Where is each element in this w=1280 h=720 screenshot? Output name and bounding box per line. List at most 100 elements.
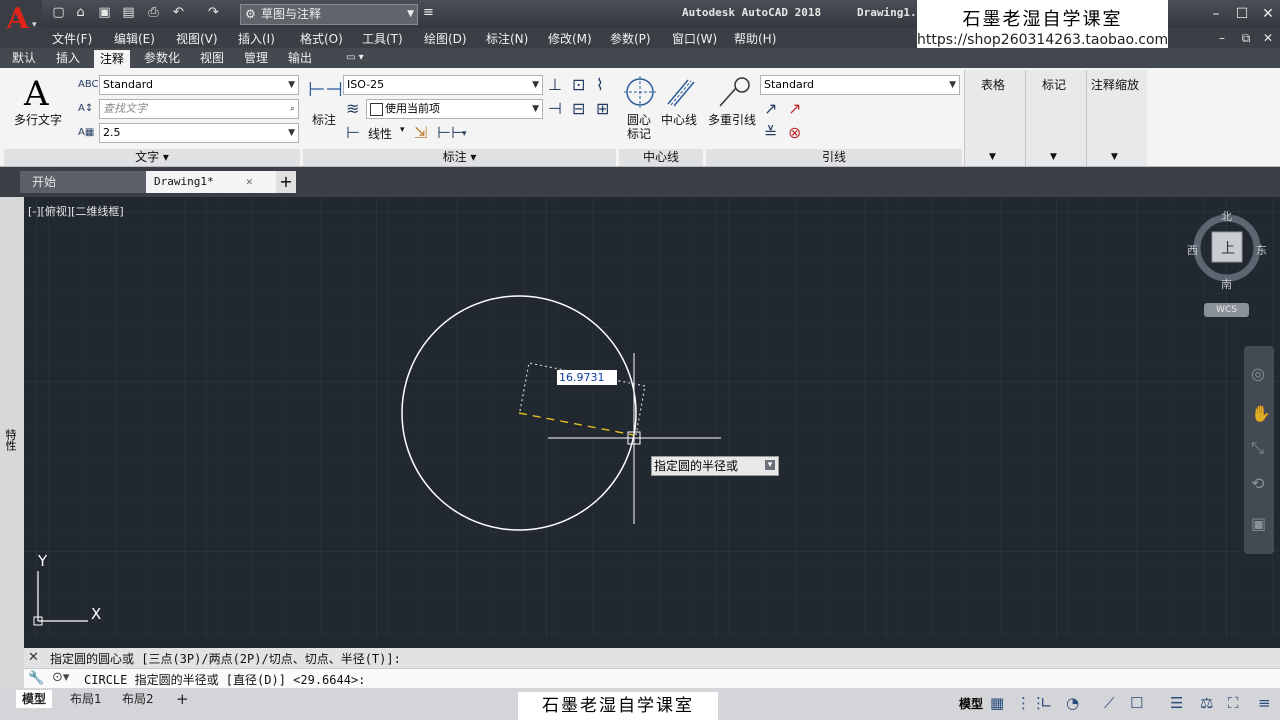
polar-icon[interactable]: ◔	[1066, 694, 1079, 712]
dim-style-select[interactable]: ISO-25 ▼	[343, 75, 543, 95]
new-file-icon[interactable]: ▢	[50, 5, 67, 21]
model-space-toggle[interactable]: 模型	[959, 695, 983, 712]
doc-minimize-icon[interactable]: –	[1212, 29, 1232, 47]
wcs-menu[interactable]: WCS	[1204, 303, 1249, 317]
menu-format[interactable]: 格式(O)	[300, 30, 343, 47]
viewport-controls[interactable]: [-][俯视][二维线框]	[28, 203, 124, 219]
align-leader-icon[interactable]: ≚	[764, 124, 777, 142]
dim-space-icon[interactable]: ⊟	[572, 100, 585, 118]
layout-tab-model[interactable]: 模型	[16, 690, 53, 708]
dim-override-icon[interactable]: ⊞	[596, 100, 609, 118]
showmotion-icon[interactable]: ▣	[1251, 514, 1266, 533]
menu-draw[interactable]: 绘图(D)	[424, 30, 467, 47]
menu-tools[interactable]: 工具(T)	[362, 30, 403, 47]
print-icon[interactable]: ⎙	[145, 5, 162, 21]
ribbon-options-icon[interactable]: ▭ ▾	[340, 49, 370, 67]
lineweight-icon[interactable]: ☰	[1170, 694, 1183, 712]
tab-annotate[interactable]: 注释	[94, 50, 131, 68]
layout-tab-1[interactable]: 布局1	[64, 690, 108, 708]
multiline-text-button[interactable]: A 多行文字	[10, 74, 68, 134]
doc-close-icon[interactable]: ✕	[1258, 29, 1278, 47]
clean-screen-icon[interactable]: ⛶	[1228, 694, 1239, 712]
tab-start[interactable]: 开始	[20, 171, 156, 193]
panel-table[interactable]: 表格 ▼	[964, 70, 1025, 166]
osnap-icon[interactable]: ☐	[1130, 694, 1143, 712]
add-leader-icon[interactable]: ↗	[764, 100, 777, 118]
tab-default[interactable]: 默认	[6, 49, 42, 67]
compass-west[interactable]: 西	[1187, 242, 1198, 258]
grid-icon[interactable]: ▦	[990, 694, 1004, 712]
compass-east[interactable]: 东	[1256, 242, 1267, 258]
add-layout-icon[interactable]: +	[170, 690, 195, 708]
menu-edit[interactable]: 编辑(E)	[114, 30, 155, 47]
command-line[interactable]: 🔧 ⊙▾ CIRCLE 指定圆的半径或 [直径(D)] <29.6644>:	[24, 668, 1280, 689]
dim-inspect-icon[interactable]: ⊡	[572, 76, 585, 94]
new-tab-icon[interactable]: +	[276, 171, 296, 193]
options-down-icon[interactable]: ▾	[765, 460, 775, 470]
tab-output[interactable]: 输出	[282, 49, 318, 67]
isodraft-icon[interactable]: ⟋	[1104, 694, 1115, 712]
properties-palette-bar[interactable]: 特性	[0, 197, 24, 688]
remove-leader-icon[interactable]: ↗	[788, 100, 801, 118]
quick-dim-icon[interactable]: ⇲	[414, 124, 427, 142]
panel-title-leader[interactable]: 引线	[706, 149, 962, 166]
recent-commands-icon[interactable]: ⊙▾	[52, 670, 69, 685]
doc-restore-icon[interactable]: ⧉	[1236, 29, 1256, 47]
open-file-icon[interactable]: ⌂	[72, 5, 89, 21]
menu-help[interactable]: 帮助(H)	[734, 30, 776, 47]
chevron-down-icon[interactable]: ▾	[462, 125, 467, 143]
workspace-dropdown[interactable]: ⚙ 草图与注释 ▼	[240, 4, 418, 25]
dim-layer-select[interactable]: 使用当前项 ▼	[366, 99, 543, 119]
continue-dim-icon[interactable]: ⊢⊢	[437, 124, 465, 142]
save-icon[interactable]: ▣	[96, 5, 113, 21]
close-icon[interactable]: ✕	[246, 171, 253, 193]
collect-leader-icon[interactable]: ⊗	[788, 124, 801, 142]
viewcube[interactable]: 上 北 南 东 西	[1187, 208, 1267, 291]
tab-insert[interactable]: 插入	[50, 49, 86, 67]
text-height-select[interactable]: 2.5 ▼	[99, 123, 299, 143]
search-icon[interactable]: ⌕	[290, 100, 295, 118]
find-text-input[interactable]: 查找文字 ⌕	[99, 99, 299, 119]
panel-markup[interactable]: 标记 ▼	[1025, 70, 1086, 166]
close-icon[interactable]: ✕	[28, 650, 39, 665]
scale-text-icon[interactable]: A↕	[78, 100, 93, 118]
panel-title-text[interactable]: 文字 ▾	[4, 149, 300, 166]
tab-manage[interactable]: 管理	[238, 49, 274, 67]
redo-icon[interactable]: ↷	[205, 5, 222, 21]
mleader-style-select[interactable]: Standard ▼	[760, 75, 960, 95]
panel-title-centerline[interactable]: 中心线	[619, 149, 703, 166]
save-as-icon[interactable]: ▤	[120, 5, 137, 21]
compass-north[interactable]: 北	[1221, 208, 1232, 224]
menu-window[interactable]: 窗口(W)	[672, 30, 717, 47]
minimize-icon[interactable]: –	[1206, 5, 1226, 23]
tab-drawing1[interactable]: Drawing1* ✕	[146, 171, 276, 193]
undo-icon[interactable]: ↶	[170, 5, 187, 21]
layout-tab-2[interactable]: 布局2	[116, 690, 160, 708]
wrench-icon[interactable]: 🔧	[28, 671, 44, 686]
customize-status-icon[interactable]: ≡	[1258, 694, 1271, 712]
dim-break-icon[interactable]: ⊥	[548, 76, 562, 94]
ortho-icon[interactable]: ∟	[1040, 694, 1053, 712]
menu-parametric[interactable]: 参数(P)	[610, 30, 651, 47]
close-icon[interactable]: ✕	[1258, 5, 1278, 23]
menu-file[interactable]: 文件(F)	[52, 30, 92, 47]
dynamic-input-field[interactable]: 16.9731	[557, 370, 617, 385]
customize-qat-icon[interactable]: ≡	[420, 5, 437, 21]
drawing-canvas[interactable]	[24, 197, 1280, 638]
pan-hand-icon[interactable]: ✋	[1251, 404, 1271, 423]
panel-title-dimension[interactable]: 标注 ▾	[303, 149, 616, 166]
zoom-extents-icon[interactable]: ⤡	[1251, 438, 1264, 458]
annotation-scale-icon[interactable]: ⚖	[1200, 694, 1213, 712]
maximize-icon[interactable]: ☐	[1232, 5, 1252, 23]
centerline-button[interactable]: 中心线	[660, 74, 702, 134]
tab-parametric[interactable]: 参数化	[138, 49, 186, 67]
menu-insert[interactable]: 插入(I)	[238, 30, 275, 47]
tab-view[interactable]: 视图	[194, 49, 230, 67]
menu-modify[interactable]: 修改(M)	[548, 30, 592, 47]
menu-view[interactable]: 视图(V)	[176, 30, 218, 47]
compass-south[interactable]: 南	[1221, 276, 1232, 292]
steering-wheel-icon[interactable]: ◎	[1251, 364, 1265, 383]
dim-update-icon[interactable]: ⊣	[548, 100, 562, 118]
multileader-button[interactable]: 多重引线	[706, 74, 760, 134]
dim-jog-icon[interactable]: ⌇	[596, 76, 604, 94]
